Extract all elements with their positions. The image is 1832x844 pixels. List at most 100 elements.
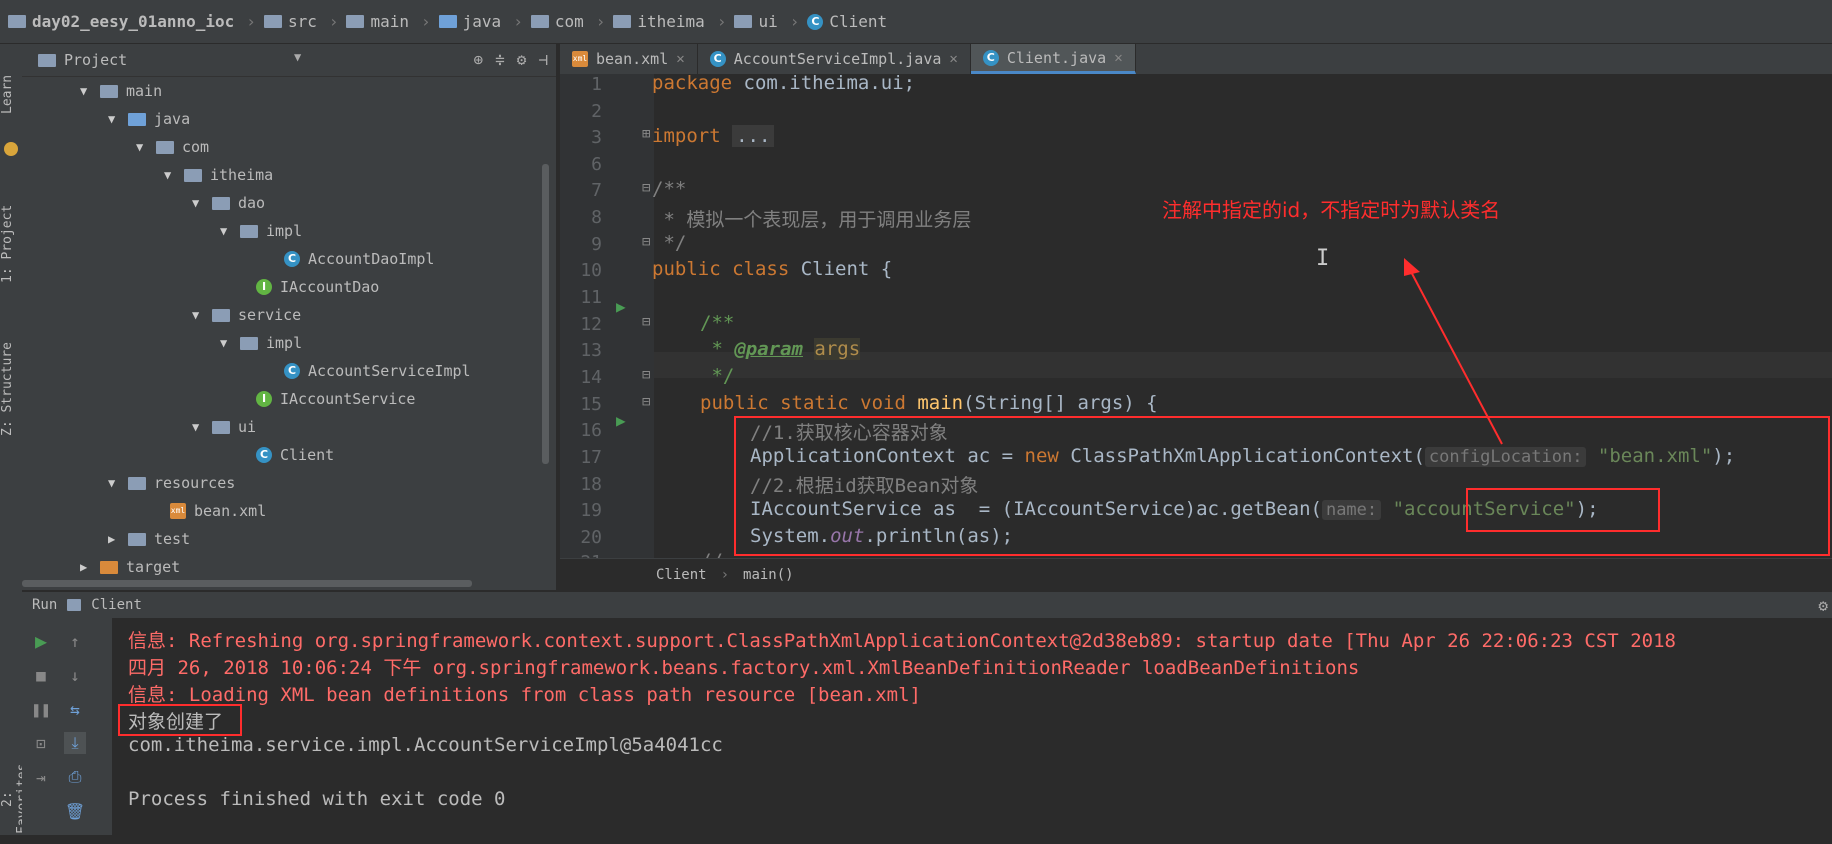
tree-item-dao[interactable]: ▼ dao [192,190,265,216]
tree-item-itheima[interactable]: ▼ itheima [164,162,273,188]
locate-icon[interactable]: ⊕ [473,50,483,69]
side-tab-structure[interactable]: Z: Structure [0,334,22,444]
tab-client-java[interactable]: C Client.java ✕ [970,44,1136,74]
crumb-project[interactable]: day02_eesy_01anno_ioc › [8,12,256,31]
fold-icon[interactable]: ⊟ [642,367,650,383]
footer-crumb-class[interactable]: Client [656,567,707,583]
rerun-icon[interactable]: ▶ [30,629,52,653]
fold-icon[interactable]: ⊟ [642,314,650,330]
tree-item-target[interactable]: ▶ target [80,554,180,580]
crumb-itheima[interactable]: itheima › [613,12,726,31]
crumb-ui[interactable]: ui › [734,12,799,31]
gear-icon[interactable]: ⚙ [517,50,527,69]
package-icon [212,196,230,210]
tab-bean-xml[interactable]: xml bean.xml ✕ [560,44,698,74]
folder-icon [530,15,549,28]
folder-icon [8,15,26,28]
line-number: 13 [580,340,602,361]
chevron-down-icon[interactable]: ▼ [294,50,301,64]
crumb-main[interactable]: main › [346,12,431,31]
folder-icon [438,15,457,28]
source-folder-icon [128,112,146,126]
code-line-3: import ... [652,125,775,147]
expand-arrow-icon: ▼ [80,84,88,98]
tree-item-java[interactable]: ▼ java [108,106,190,132]
print-icon[interactable]: ⎙ [64,766,86,788]
line-number: 12 [580,314,602,335]
tree-item-dao-impl[interactable]: ▼ impl [220,218,302,244]
trash-icon[interactable]: 🗑 [64,800,86,822]
collapse-icon[interactable]: ≑ [495,50,505,69]
expand-arrow-icon: ▼ [192,196,200,210]
expand-arrow-icon: ▼ [136,140,144,154]
class-icon: C [807,13,824,30]
side-tab-project[interactable]: 1: Project [0,194,22,294]
tree-item-client[interactable]: C Client [256,442,334,468]
fold-icon[interactable]: ⊟ [642,234,650,250]
side-tab-favorites[interactable]: 2: Favorites [0,754,30,844]
tree-item-ui[interactable]: ▼ ui [192,414,256,440]
close-icon[interactable]: ✕ [949,51,957,67]
tree-item-service[interactable]: ▼ service [192,302,301,328]
exit-icon[interactable]: ⇥ [30,766,52,788]
stop-icon[interactable]: ■ [30,664,52,686]
scroll-to-end-icon[interactable]: ⤓ [64,732,86,754]
expand-arrow-icon: ▼ [108,112,116,126]
line-number: 10 [580,260,602,281]
tree-item-service-impl[interactable]: ▼ impl [220,330,302,356]
fold-expand-icon[interactable]: ⊞ [642,126,650,142]
tool-window-strip: Learn 1: Project Z: Structure 2: Favorit… [0,44,30,835]
project-panel: Project ▼ ⊕ ≑ ⚙ ⊣ ▼ main ▼ java ▼ com ▼ ithe… [22,44,556,590]
project-view-selector[interactable]: Project [64,51,127,69]
tree-item-bean-xml[interactable]: xml bean.xml [170,498,266,524]
editor-breadcrumb: Client › main() [560,558,1832,590]
tree-item-iaccountservice[interactable]: I IAccountService [256,386,415,412]
close-icon[interactable]: ✕ [1114,50,1122,66]
class-icon: C [982,49,999,66]
dump-icon[interactable]: ⊡ [30,732,52,754]
folded-imports[interactable]: ... [732,125,775,147]
crumb-java[interactable]: java › [438,12,523,31]
line-number: 3 [591,127,602,148]
run-config-tab[interactable]: Client [91,597,142,613]
xml-file-icon: xml [170,503,186,519]
down-arrow-icon[interactable]: ↓ [64,664,86,686]
gear-icon[interactable]: ⚙ [1818,596,1828,615]
tab-accountserviceimpl[interactable]: C AccountServiceImpl.java ✕ [698,44,971,74]
console-output[interactable]: 信息: Refreshing org.springframework.conte… [112,618,1832,835]
collapse-arrow-icon: ▶ [108,532,116,546]
tree-item-accountserviceimpl[interactable]: C AccountServiceImpl [284,358,471,384]
code-line-7: /** [652,178,687,200]
crumb-src[interactable]: src › [263,12,338,31]
fold-icon[interactable]: ⊟ [642,180,650,196]
close-icon[interactable]: ✕ [676,51,684,67]
up-arrow-icon[interactable]: ↑ [64,630,86,652]
project-scrollbar[interactable] [542,164,549,464]
soft-wrap-icon[interactable]: ⇆ [64,698,86,720]
pause-icon[interactable]: ❚❚ [30,698,52,720]
run-gutter-icon[interactable]: ▶ [616,411,626,430]
side-tab-learn[interactable]: Learn [0,54,22,134]
crumb-com[interactable]: com › [530,12,605,31]
crumb-client[interactable]: C Client [807,12,887,31]
class-icon: C [256,447,272,463]
editor-tab-bar: xml bean.xml ✕ C AccountServiceImpl.java ✕ C… [560,44,1832,74]
line-number: 2 [591,101,602,122]
project-horizontal-scrollbar[interactable] [22,580,472,587]
tree-item-com[interactable]: ▼ com [136,134,209,160]
interface-icon: I [256,391,272,407]
line-number: 6 [591,154,602,175]
run-gutter-icon[interactable]: ▶ [616,297,626,316]
tree-item-main[interactable]: ▼ main [80,78,162,104]
footer-crumb-method[interactable]: main() [743,567,794,583]
hide-icon[interactable]: ⊣ [538,50,548,69]
fold-icon[interactable]: ⊟ [642,394,650,410]
tree-item-iaccountdao[interactable]: I IAccountDao [256,274,379,300]
highlight-box-code [734,416,1830,556]
tree-item-accountdaoimpl[interactable]: C AccountDaoImpl [284,246,434,272]
tree-item-test[interactable]: ▶ test [108,526,190,552]
code-editor[interactable]: 1 2 3 6 7 8 9 10 11 12 13 14 15 16 17 18… [560,74,1832,558]
code-line-13: * @param args [700,338,861,360]
tree-item-resources[interactable]: ▼ resources [108,470,235,496]
code-line-21: // [700,550,723,558]
